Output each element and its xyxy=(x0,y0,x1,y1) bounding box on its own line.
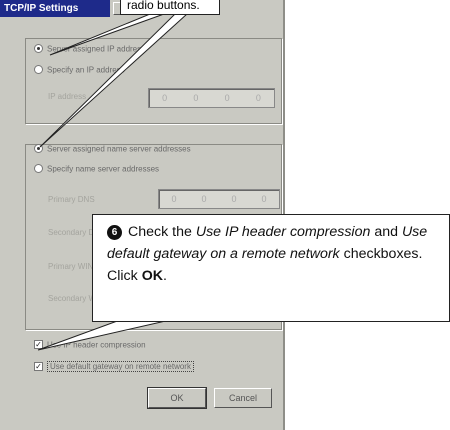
top-callout-pointer-2 xyxy=(39,13,189,148)
callout-pointer xyxy=(37,319,171,351)
top-callout: radio buttons. xyxy=(120,0,220,15)
instruction-callout: 6 Check the Use IP header compression and… xyxy=(92,214,450,322)
step-number-badge: 6 xyxy=(107,225,122,240)
